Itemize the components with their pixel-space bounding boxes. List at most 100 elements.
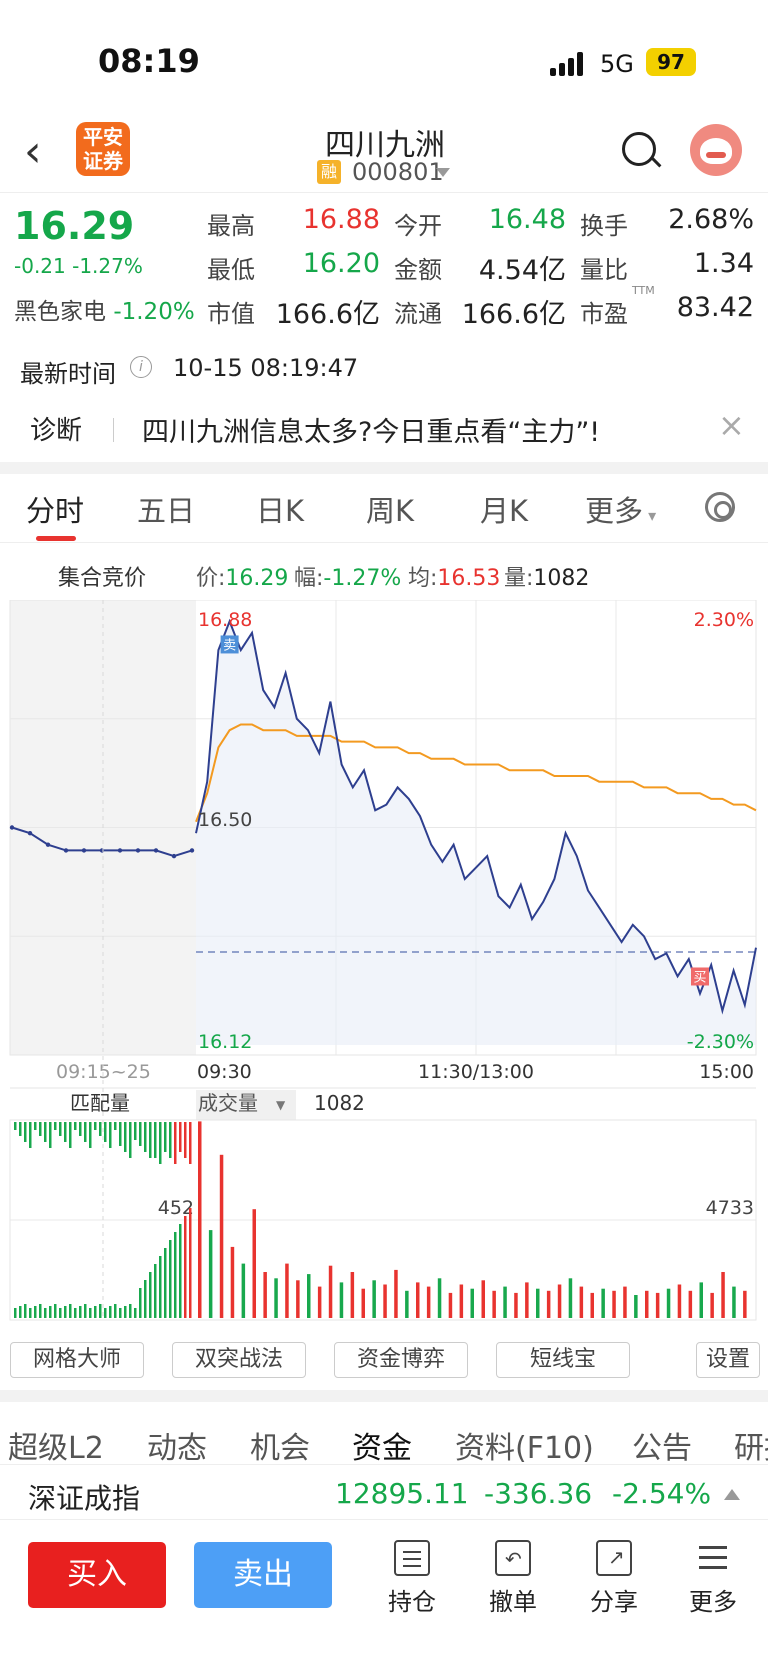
volume-bar: [721, 1272, 725, 1318]
match-bar: [69, 1304, 72, 1318]
match-bar: [74, 1122, 77, 1130]
quote-value: 4.54亿: [478, 255, 566, 286]
volume-bar: [492, 1290, 496, 1318]
volume-bar: [208, 1230, 213, 1318]
match-bar: [124, 1306, 127, 1318]
tab-news[interactable]: 动态: [147, 1423, 207, 1467]
chevron-down-icon[interactable]: [436, 168, 450, 177]
diagnosis-text[interactable]: 四川九洲信息太多?今日重点看“主力”!: [142, 410, 600, 449]
match-bar: [139, 1288, 142, 1318]
match-bar: [59, 1308, 62, 1318]
sell-button[interactable]: 卖出: [194, 1542, 332, 1608]
volume-bar: [623, 1286, 627, 1318]
chart-svg: 卖买 16.88 16.50 16.12 2.30% -2.30% 09:15~…: [9, 599, 757, 1321]
close-icon[interactable]: ×: [718, 406, 745, 444]
index-bar[interactable]: 深证成指 12895.11 -336.36 -2.54%: [0, 1464, 768, 1520]
tab-more[interactable]: 更多 ▾: [585, 488, 656, 530]
search-icon[interactable]: [622, 132, 656, 166]
amp-readout: 幅:-1.27%: [294, 566, 402, 591]
volume-bar: [666, 1288, 671, 1318]
stock-code[interactable]: 000801: [352, 158, 444, 186]
match-bar: [109, 1306, 112, 1318]
tab-funds[interactable]: 资金: [352, 1423, 412, 1467]
quote-label: 流通: [394, 300, 442, 328]
volume-bar: [350, 1272, 355, 1318]
settings-button[interactable]: 设置: [696, 1342, 760, 1378]
tab-f10[interactable]: 资料(F10): [455, 1423, 594, 1467]
match-bar: [34, 1122, 37, 1130]
volume-bar: [601, 1288, 605, 1318]
match-bar: [49, 1306, 52, 1318]
broker-logo[interactable]: 平安 证券: [76, 122, 130, 176]
volume-left-label: 匹配量: [70, 1091, 130, 1115]
info-icon[interactable]: i: [130, 356, 152, 378]
index-value: 12895.11: [335, 1477, 469, 1510]
divider: [0, 1390, 768, 1402]
volume-bar: [307, 1274, 311, 1318]
match-bar: [149, 1122, 152, 1158]
match-bar: [159, 1256, 162, 1318]
divider: [0, 462, 768, 474]
match-bar: [184, 1122, 187, 1158]
match-bar: [174, 1232, 177, 1318]
tab-research[interactable]: 研报: [734, 1423, 768, 1467]
tab-five-day[interactable]: 五日: [137, 488, 195, 530]
volume-bar: [645, 1290, 649, 1318]
match-bar: [179, 1224, 182, 1318]
volume-bar: [219, 1154, 224, 1318]
latest-time-label: 最新时间: [20, 360, 116, 388]
match-bar: [134, 1122, 137, 1140]
avg-readout: 均:16.53: [408, 566, 501, 591]
double-breakout-button[interactable]: 双突战法: [172, 1342, 306, 1378]
buy-button[interactable]: 买入: [28, 1542, 166, 1608]
x-label-open: 09:30: [197, 1061, 252, 1083]
grid-master-button[interactable]: 网格大师: [10, 1342, 144, 1378]
match-bar: [14, 1122, 17, 1130]
tab-announcement[interactable]: 公告: [632, 1423, 692, 1467]
nav-cancel-order[interactable]: ↶ 撤单: [473, 1540, 553, 1617]
tab-monthly-k[interactable]: 月K: [480, 488, 528, 530]
share-icon: ↗: [596, 1540, 632, 1576]
volume-bar: [612, 1290, 616, 1318]
chevron-up-icon[interactable]: [724, 1489, 740, 1500]
match-bar: [129, 1304, 132, 1318]
volume-bar: [503, 1286, 507, 1318]
match-bar: [119, 1308, 122, 1318]
volume-bar: [230, 1246, 235, 1318]
vol-readout: 量:1082: [504, 566, 590, 591]
tab-intraday[interactable]: 分时: [26, 488, 84, 530]
nav-share[interactable]: ↗ 分享: [574, 1540, 654, 1617]
nav-more[interactable]: 更多: [673, 1540, 753, 1617]
fund-game-button[interactable]: 资金博弈: [334, 1342, 468, 1378]
match-bar: [154, 1122, 157, 1158]
gear-icon[interactable]: [705, 492, 735, 522]
clock: 08:19: [98, 42, 200, 80]
match-bar: [169, 1240, 172, 1318]
back-icon[interactable]: ‹: [24, 130, 42, 174]
quote-label: 量比: [580, 256, 628, 284]
margin-badge: 融: [317, 160, 341, 184]
volume-bar: [361, 1288, 365, 1318]
match-bar: [134, 1308, 137, 1318]
match-bar: [189, 1208, 192, 1318]
signal-icon: [550, 52, 590, 76]
match-bar: [69, 1122, 72, 1148]
tab-super-l2[interactable]: 超级L2: [8, 1423, 104, 1467]
avatar[interactable]: [690, 124, 742, 176]
sector[interactable]: 黑色家电 -1.20%: [14, 292, 195, 326]
tab-daily-k[interactable]: 日K: [256, 488, 304, 530]
price-readout: 价:16.29: [196, 566, 289, 591]
match-bar: [104, 1308, 107, 1318]
tab-opportunity[interactable]: 机会: [250, 1423, 310, 1467]
intraday-chart[interactable]: 卖买 16.88 16.50 16.12 2.30% -2.30% 09:15~…: [0, 599, 768, 1330]
volume-bar: [525, 1282, 529, 1318]
match-bar: [29, 1122, 32, 1148]
auction-label: 集合竞价: [58, 566, 147, 591]
nav-holdings[interactable]: 持仓: [372, 1540, 452, 1617]
volume-bar: [383, 1284, 387, 1318]
quote-value: 16.48: [488, 204, 566, 235]
tab-weekly-k[interactable]: 周K: [366, 488, 414, 530]
quote-label: 金额: [394, 256, 442, 284]
quote-value: 16.88: [302, 204, 380, 235]
short-line-button[interactable]: 短线宝: [496, 1342, 630, 1378]
